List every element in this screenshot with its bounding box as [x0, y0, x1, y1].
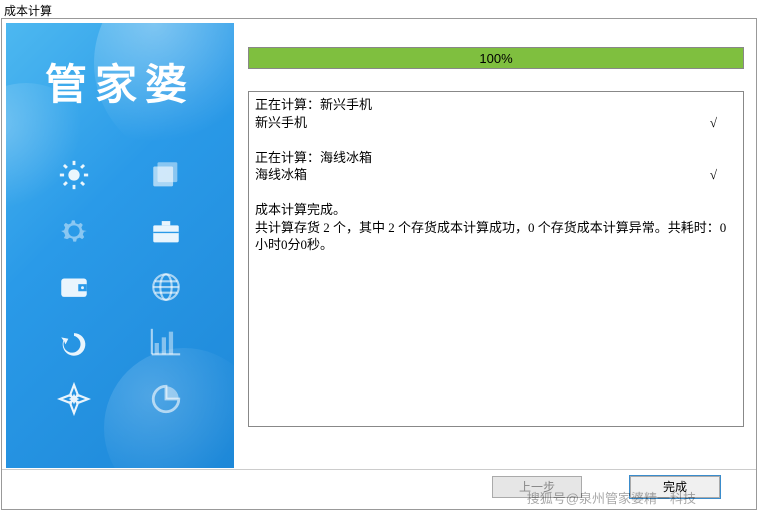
- sidebar: 管家婆: [6, 23, 234, 468]
- finish-button[interactable]: 完成: [630, 476, 720, 498]
- gear-icon: [57, 214, 91, 251]
- check-mark: √: [710, 166, 717, 184]
- prev-button[interactable]: 上一步: [492, 476, 582, 498]
- progress-label: 100%: [479, 51, 512, 66]
- sun-icon: [57, 158, 91, 195]
- log-line: 成本计算完成。: [255, 201, 737, 219]
- log-line: 海线冰箱√: [255, 166, 737, 184]
- log-line: 共计算存货 2 个，其中 2 个存货成本计算成功，0 个存货成本计算异常。共耗时…: [255, 219, 737, 254]
- log-line: [255, 131, 737, 149]
- log-line: 新兴手机√: [255, 114, 737, 132]
- layers-icon: [149, 158, 183, 195]
- star-icon: [57, 382, 91, 419]
- icon-grid: [6, 148, 234, 428]
- wallet-icon: [57, 270, 91, 307]
- undo-icon: [57, 326, 91, 363]
- brand-label: 管家婆: [6, 51, 234, 112]
- log-line: 正在计算：海线冰箱: [255, 149, 737, 167]
- briefcase-icon: [149, 214, 183, 251]
- button-bar: 上一步 完成: [2, 469, 756, 503]
- piechart-icon: [149, 382, 183, 419]
- check-mark: √: [710, 114, 717, 132]
- main-panel: 100% 正在计算：新兴手机新兴手机√ 正在计算：海线冰箱海线冰箱√ 成本计算完…: [240, 23, 752, 468]
- log-line: [255, 184, 737, 202]
- log-line: 正在计算：新兴手机: [255, 96, 737, 114]
- barchart-icon: [149, 326, 183, 363]
- log-box: 正在计算：新兴手机新兴手机√ 正在计算：海线冰箱海线冰箱√ 成本计算完成。共计算…: [248, 91, 744, 427]
- globe-icon: [149, 270, 183, 307]
- progress-bar: 100%: [248, 47, 744, 69]
- window-frame: 管家婆 100% 正在计算：新兴手机新兴手机√ 正在计算：海线冰箱海线冰箱√ 成…: [1, 18, 757, 510]
- window-title: 成本计算: [0, 0, 758, 18]
